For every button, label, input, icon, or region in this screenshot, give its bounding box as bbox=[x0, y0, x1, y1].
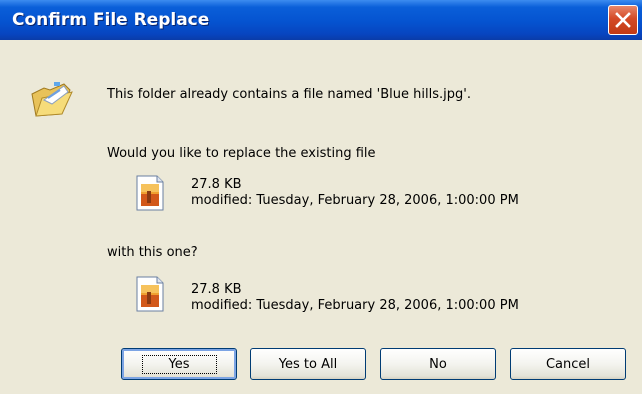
replace-question: Would you like to replace the existing f… bbox=[107, 146, 376, 161]
focus-rect: Yes bbox=[141, 354, 217, 374]
close-button[interactable] bbox=[608, 5, 638, 35]
replace-message: This folder already contains a file name… bbox=[107, 87, 471, 102]
existing-file-size: 27.8 KB bbox=[191, 177, 242, 192]
with-this-one-text: with this one? bbox=[107, 245, 198, 260]
cancel-button-label: Cancel bbox=[545, 356, 591, 372]
yes-button[interactable]: Yes bbox=[121, 348, 237, 380]
title-bar[interactable]: Confirm File Replace bbox=[0, 0, 642, 40]
no-button[interactable]: No bbox=[380, 348, 496, 380]
cancel-button[interactable]: Cancel bbox=[510, 348, 626, 380]
image-file-icon bbox=[136, 175, 164, 211]
new-file-modified: modified: Tuesday, February 28, 2006, 1:… bbox=[191, 298, 519, 313]
existing-file-modified: modified: Tuesday, February 28, 2006, 1:… bbox=[191, 193, 519, 208]
close-icon bbox=[615, 12, 631, 28]
folder-icon bbox=[31, 82, 73, 117]
dialog-title: Confirm File Replace bbox=[12, 10, 210, 30]
new-file-size: 27.8 KB bbox=[191, 282, 242, 297]
yes-to-all-button[interactable]: Yes to All bbox=[250, 348, 366, 380]
yes-to-all-button-label: Yes to All bbox=[278, 356, 338, 372]
yes-button-label: Yes bbox=[168, 356, 190, 372]
image-file-icon bbox=[136, 276, 164, 312]
no-button-label: No bbox=[429, 356, 447, 372]
